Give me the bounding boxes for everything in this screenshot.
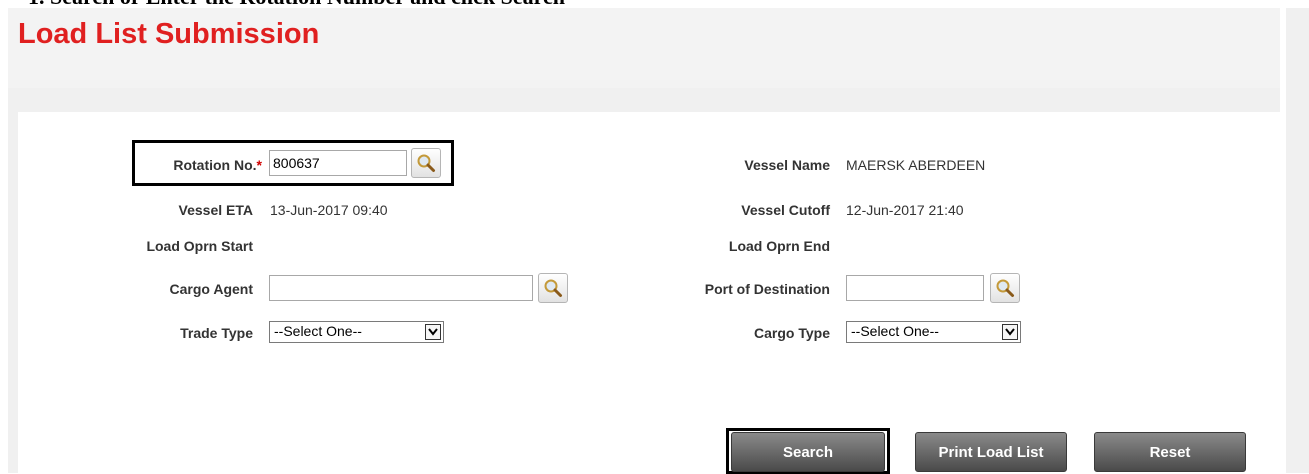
- search-button[interactable]: Search: [731, 432, 885, 472]
- trade-type-label: Trade Type: [180, 325, 253, 341]
- port-destination-lookup-button[interactable]: [990, 273, 1020, 303]
- port-destination-input[interactable]: [846, 275, 984, 301]
- rotation-label: Rotation No.*: [140, 157, 262, 173]
- vessel-eta-label: Vessel ETA: [178, 202, 253, 218]
- instruction-text: 1. Search or Enter the Rotation Number a…: [28, 0, 565, 8]
- rotation-lookup-button[interactable]: [411, 148, 441, 178]
- cargo-agent-label: Cargo Agent: [169, 281, 253, 297]
- cargo-type-selected: --Select One--: [851, 323, 939, 339]
- search-icon: [544, 279, 562, 297]
- page-title: Load List Submission: [18, 18, 320, 50]
- print-load-list-button[interactable]: Print Load List: [915, 432, 1067, 472]
- cargo-type-label: Cargo Type: [754, 325, 830, 341]
- rotation-number-input[interactable]: [269, 150, 407, 176]
- rotation-label-text: Rotation No.: [173, 157, 257, 173]
- search-icon: [417, 154, 435, 172]
- vessel-name-value: MAERSK ABERDEEN: [846, 157, 986, 173]
- cargo-agent-input[interactable]: [269, 275, 533, 301]
- trade-type-select[interactable]: --Select One--: [269, 321, 444, 343]
- port-destination-label: Port of Destination: [704, 281, 830, 297]
- cargo-agent-lookup-button[interactable]: [538, 273, 568, 303]
- required-mark: *: [256, 157, 262, 173]
- chevron-down-icon[interactable]: [425, 324, 441, 340]
- side-panel-strip: [1286, 8, 1309, 473]
- reset-button[interactable]: Reset: [1094, 432, 1246, 472]
- load-start-label: Load Oprn Start: [146, 238, 253, 254]
- vessel-cutoff-label: Vessel Cutoff: [741, 202, 830, 218]
- vessel-eta-value: 13-Jun-2017 09:40: [270, 202, 388, 218]
- vessel-cutoff-value: 12-Jun-2017 21:40: [846, 202, 964, 218]
- load-end-label: Load Oprn End: [728, 238, 830, 254]
- search-icon: [996, 279, 1014, 297]
- vessel-name-label: Vessel Name: [744, 157, 830, 173]
- trade-type-selected: --Select One--: [274, 323, 362, 339]
- chevron-down-icon[interactable]: [1002, 324, 1018, 340]
- cargo-type-select[interactable]: --Select One--: [846, 321, 1021, 343]
